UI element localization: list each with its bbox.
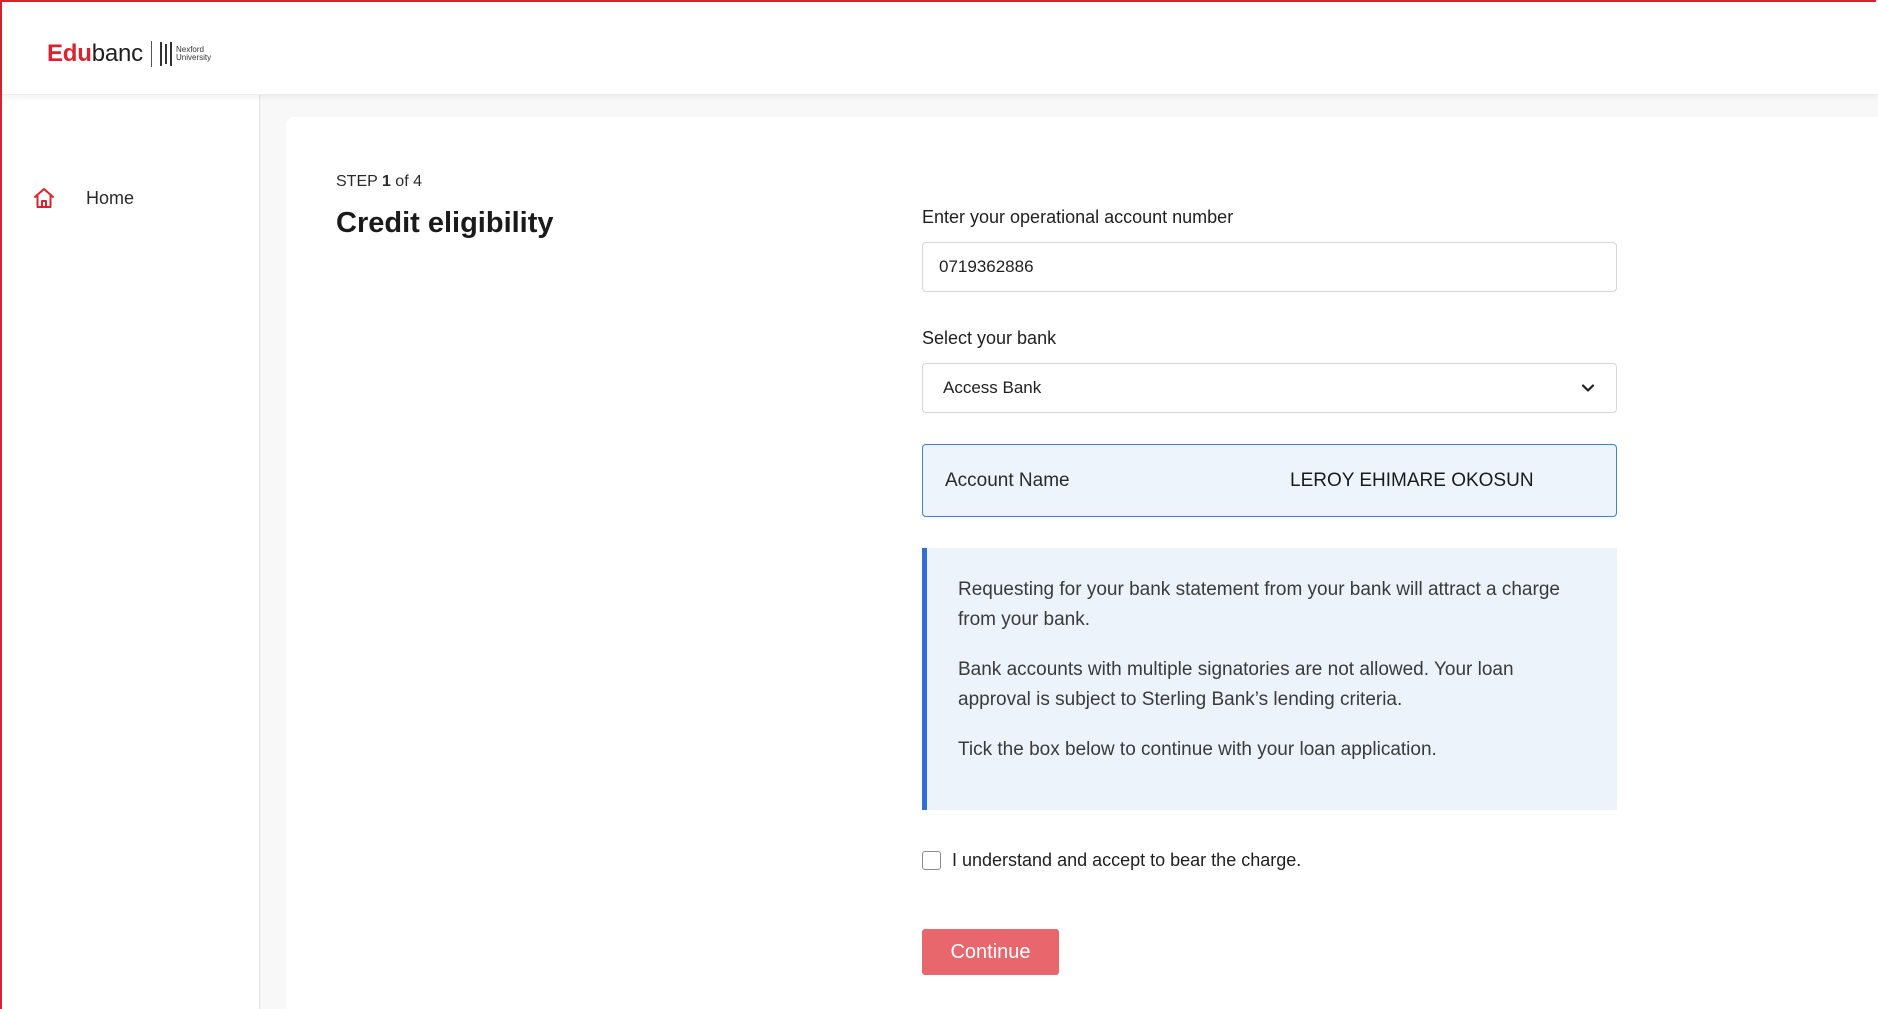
account-name-box: Account Name LEROY EHIMARE OKOSUN [922, 444, 1617, 517]
logo-divider [150, 41, 152, 67]
home-icon [34, 188, 54, 208]
bank-statement-notice: Requesting for your bank statement from … [922, 548, 1617, 810]
nexford-line2: University [175, 53, 212, 62]
bank-select-label: Select your bank [922, 328, 1057, 348]
edubanc-logo[interactable]: Edubanc Nexford University [47, 40, 211, 68]
step-current: 1 [381, 173, 391, 190]
account-number-input[interactable] [922, 242, 1617, 292]
page-title: Credit eligibility [336, 207, 554, 239]
sidebar-item-label: Home [86, 187, 135, 208]
notice-paragraph: Bank accounts with multiple signatories … [958, 659, 1514, 710]
nexford-text: Nexford University [176, 46, 211, 62]
logo-banc: banc [91, 40, 143, 67]
chevron-down-icon [1581, 384, 1595, 392]
sidebar: Home [2, 94, 260, 1009]
notice-paragraph: Tick the box below to continue with your… [958, 739, 1437, 760]
bank-select-value: Access Bank [943, 378, 1042, 397]
nexford-mark-icon [159, 42, 172, 66]
account-name-label: Account Name [945, 469, 1070, 491]
sidebar-item-home[interactable]: Home [32, 186, 134, 210]
account-name-value: LEROY EHIMARE OKOSUN [1290, 469, 1534, 491]
continue-button[interactable]: Continue [922, 929, 1059, 975]
account-number-label: Enter your operational account number [922, 207, 1234, 227]
logo-edu: Edu [47, 40, 92, 67]
step-indicator: STEP 1 of 4 [336, 173, 422, 191]
consent-checkbox[interactable] [922, 851, 941, 870]
step-prefix: STEP [336, 173, 382, 190]
step-suffix: of 4 [390, 173, 422, 190]
nexford-logo: Nexford University [159, 42, 211, 66]
bank-select[interactable]: Access Bank [922, 363, 1617, 413]
consent-checkbox-row[interactable]: I understand and accept to bear the char… [922, 850, 1301, 871]
logo-wordmark: Edubanc [47, 40, 143, 68]
notice-paragraph: Requesting for your bank statement from … [958, 579, 1560, 630]
consent-label: I understand and accept to bear the char… [952, 850, 1302, 870]
top-header: Edubanc Nexford University [2, 2, 1878, 95]
